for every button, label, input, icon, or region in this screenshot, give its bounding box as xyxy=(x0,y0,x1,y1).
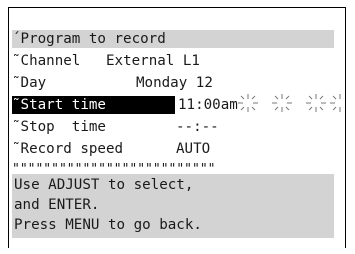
menu-row-value: Monday 12 xyxy=(136,75,213,91)
menu-row-label: ˜Record speed xyxy=(12,141,124,157)
menu-row-label: ˜Day xyxy=(12,75,47,91)
menu-row-value: External L1 xyxy=(106,53,200,69)
menu-row-record-speed[interactable]: ˜Record speed AUTO xyxy=(12,140,332,158)
help-line: Use ADJUST to select, xyxy=(14,177,194,193)
menu-row-value: 11:00am xyxy=(178,97,238,113)
menu-row-label: ˜Stop time xyxy=(12,119,106,135)
blink-sparkle-icon xyxy=(238,94,341,112)
menu-row-value: --:-- xyxy=(176,119,219,135)
menu-row-label: ˜Channel xyxy=(12,53,81,69)
menu-row-channel[interactable]: ˜Channel External L1 xyxy=(12,52,332,70)
menu-title: ´Program to record xyxy=(12,31,166,47)
menu-row-label: ˜Start time xyxy=(12,97,106,113)
menu-row-value: AUTO xyxy=(176,141,211,157)
help-line: Press MENU to go back. xyxy=(14,217,202,233)
help-line: and ENTER. xyxy=(14,197,100,213)
